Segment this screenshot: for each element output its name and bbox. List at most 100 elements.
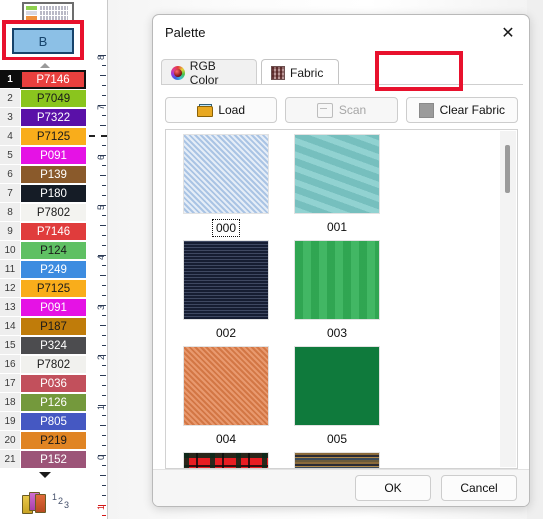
- palette-row[interactable]: 21 P152: [0, 450, 88, 469]
- fabric-swatch-label: 003: [326, 326, 348, 340]
- fabric-scrollbar-thumb[interactable]: [505, 145, 510, 193]
- ruler-tick-minor: [100, 175, 106, 176]
- fabric-swatch-item[interactable]: 004: [176, 346, 276, 452]
- palette-row[interactable]: 5 P091: [0, 146, 88, 165]
- palette-row[interactable]: 8 P7802: [0, 203, 88, 222]
- palette-row-color[interactable]: P7322: [21, 109, 86, 126]
- layer-b-button[interactable]: B: [12, 28, 74, 54]
- fabric-swatch-panel: 000001002003004005006007008: [165, 129, 518, 469]
- palette-row[interactable]: 4 P7125: [0, 127, 88, 146]
- palette-row-color[interactable]: P7802: [21, 204, 86, 221]
- legend-thumbnail[interactable]: [22, 2, 74, 24]
- close-icon[interactable]: ✕: [495, 21, 521, 45]
- tab-rgb-color[interactable]: RGB Color: [161, 59, 257, 87]
- ruler-label: 1: [96, 505, 106, 511]
- fabric-swatch-thumbnail[interactable]: [183, 134, 269, 214]
- ruler-tick-minor: [102, 495, 106, 496]
- fabric-swatch-item[interactable]: 002: [176, 240, 276, 346]
- fabric-swatch-item[interactable]: 001: [287, 134, 387, 240]
- load-folder-icon: [197, 103, 214, 117]
- tab-fabric[interactable]: Fabric: [261, 59, 339, 85]
- thread-spool-count: 1 2 3: [52, 492, 78, 512]
- thread-spool-icon: [22, 491, 48, 514]
- palette-row-color[interactable]: P139: [21, 166, 86, 183]
- palette-row-color[interactable]: P180: [21, 185, 86, 202]
- palette-row[interactable]: 17 P036: [0, 374, 88, 393]
- palette-row-index: 1: [0, 70, 20, 89]
- palette-row[interactable]: 6 P139: [0, 165, 88, 184]
- fabric-scrollbar[interactable]: [500, 131, 516, 467]
- fabric-swatch-item[interactable]: 000: [176, 134, 276, 240]
- palette-row[interactable]: 2 P7049: [0, 89, 88, 108]
- fabric-swatch-thumbnail[interactable]: [183, 346, 269, 426]
- palette-row-color[interactable]: P249: [21, 261, 86, 278]
- dialog-tabstrip: RGB Color Fabric: [161, 59, 523, 87]
- fabric-swatch-thumbnail[interactable]: [294, 240, 380, 320]
- fabric-swatch-thumbnail[interactable]: [183, 240, 269, 320]
- palette-row-color[interactable]: P324: [21, 337, 86, 354]
- ruler-label: 5: [96, 205, 106, 211]
- palette-row-color[interactable]: P7125: [21, 280, 86, 297]
- palette-row-color[interactable]: P126: [21, 394, 86, 411]
- vertical-ruler: 8 7 6 5 4 3 2 1 0 1: [89, 0, 108, 519]
- ruler-tick-minor: [102, 145, 106, 146]
- palette-row[interactable]: 19 P805: [0, 412, 88, 431]
- palette-row[interactable]: 16 P7802: [0, 355, 88, 374]
- palette-row-color[interactable]: P187: [21, 318, 86, 335]
- palette-row-color[interactable]: P036: [21, 375, 86, 392]
- thread-spool-status[interactable]: 1 2 3: [0, 484, 89, 519]
- fabric-swatch-item[interactable]: 005: [287, 346, 387, 452]
- palette-row[interactable]: 11 P249: [0, 260, 88, 279]
- color-wheel-icon: [171, 65, 185, 80]
- palette-row-color[interactable]: P7125: [21, 128, 86, 145]
- fabric-swatch-thumbnail[interactable]: [294, 134, 380, 214]
- palette-row[interactable]: 1 P7146: [0, 70, 88, 89]
- fabric-swatch-item[interactable]: 007: [287, 452, 387, 468]
- palette-row-color[interactable]: P219: [21, 432, 86, 449]
- dialog-title: Palette: [165, 25, 206, 40]
- fabric-swatch-thumbnail[interactable]: [294, 346, 380, 426]
- cancel-button-label: Cancel: [460, 481, 498, 495]
- palette-row-index: 17: [0, 374, 20, 393]
- chevron-up-icon: [39, 62, 50, 68]
- fabric-swatch-thumbnail[interactable]: [294, 452, 380, 468]
- palette-row-index: 4: [0, 127, 20, 146]
- palette-row-color[interactable]: P805: [21, 413, 86, 430]
- palette-row-color[interactable]: P7146: [20, 70, 86, 89]
- palette-row-color[interactable]: P124: [21, 242, 86, 259]
- fabric-swatch-item[interactable]: 006: [176, 452, 276, 468]
- scanner-icon: [316, 102, 333, 118]
- palette-row[interactable]: 14 P187: [0, 317, 88, 336]
- clear-fabric-label: Clear Fabric: [439, 103, 505, 117]
- ruler-tick-minor: [102, 385, 106, 386]
- palette-row[interactable]: 20 P219: [0, 431, 88, 450]
- palette-row[interactable]: 12 P7125: [0, 279, 88, 298]
- palette-row-index: 7: [0, 184, 20, 203]
- palette-row-color[interactable]: P7146: [21, 223, 86, 240]
- palette-row-color[interactable]: P152: [21, 451, 86, 468]
- fabric-swatch-item[interactable]: 003: [287, 240, 387, 346]
- palette-row[interactable]: 15 P324: [0, 336, 88, 355]
- load-button[interactable]: Load: [165, 97, 278, 123]
- palette-row-color[interactable]: P091: [21, 147, 86, 164]
- palette-row-color[interactable]: P7802: [21, 356, 86, 373]
- fabric-swatch-thumbnail[interactable]: [183, 452, 269, 468]
- palette-row[interactable]: 3 P7322: [0, 108, 88, 127]
- palette-row[interactable]: 18 P126: [0, 393, 88, 412]
- ruler-tick-minor: [102, 445, 106, 446]
- palette-row-color[interactable]: P091: [21, 299, 86, 316]
- ruler-tick-minor: [102, 335, 106, 336]
- fabric-swatch-grid[interactable]: 000001002003004005006007008: [166, 130, 496, 468]
- palette-color-list[interactable]: 1 P7146 2 P7049 3 P7322 4 P7125 5 P091 6 P139 7 P180 8…: [0, 70, 88, 476]
- clear-fabric-button[interactable]: Clear Fabric: [405, 97, 518, 123]
- palette-row-color[interactable]: P7049: [21, 90, 86, 107]
- palette-scroll-down-button[interactable]: [0, 468, 89, 482]
- ruler-tick-minor: [102, 435, 106, 436]
- palette-row[interactable]: 13 P091: [0, 298, 88, 317]
- palette-row[interactable]: 7 P180: [0, 184, 88, 203]
- ok-button[interactable]: OK: [355, 475, 431, 501]
- palette-row[interactable]: 9 P7146: [0, 222, 88, 241]
- palette-row[interactable]: 10 P124: [0, 241, 88, 260]
- palette-scroll-up-button[interactable]: [0, 60, 89, 70]
- cancel-button[interactable]: Cancel: [441, 475, 517, 501]
